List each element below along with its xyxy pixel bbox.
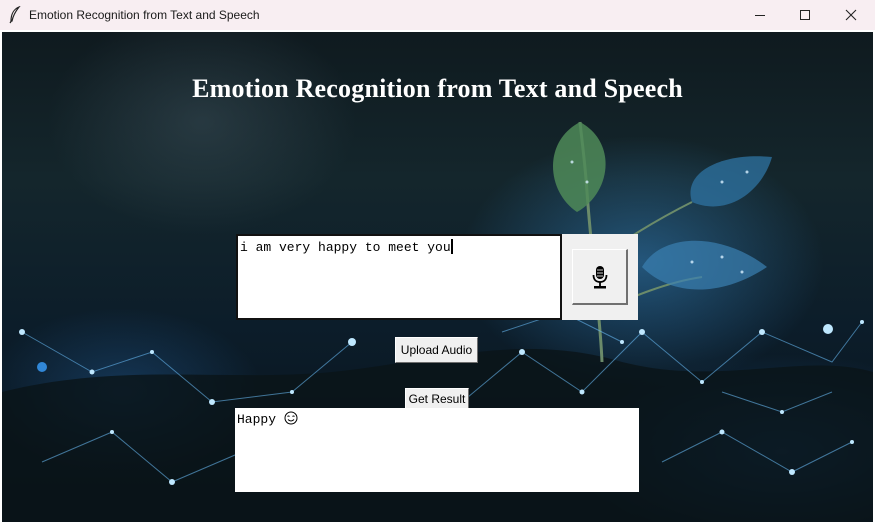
- title-bar: Emotion Recognition from Text and Speech: [0, 0, 875, 30]
- result-output: Happy: [235, 408, 639, 492]
- mic-panel: [562, 234, 638, 320]
- upload-audio-button[interactable]: Upload Audio: [395, 337, 478, 363]
- feather-icon: [8, 5, 22, 24]
- text-caret: [450, 239, 453, 254]
- get-result-button[interactable]: Get Result: [405, 388, 469, 410]
- microphone-icon: [592, 265, 607, 288]
- maximize-icon: [800, 10, 810, 20]
- record-audio-button[interactable]: [572, 249, 628, 305]
- close-icon: [845, 9, 857, 21]
- close-button[interactable]: [828, 0, 874, 30]
- text-input[interactable]: i am very happy to meet you: [236, 234, 562, 320]
- maximize-button[interactable]: [782, 0, 828, 30]
- app-canvas: Emotion Recognition from Text and Speech…: [2, 32, 873, 522]
- minimize-icon: [755, 15, 765, 16]
- page-title: Emotion Recognition from Text and Speech: [192, 74, 683, 103]
- text-input-value: i am very happy to meet you: [240, 240, 451, 255]
- smiling-face-icon: [284, 411, 298, 429]
- window-title: Emotion Recognition from Text and Speech: [29, 8, 260, 22]
- minimize-button[interactable]: [737, 0, 783, 30]
- result-text: Happy: [237, 412, 277, 427]
